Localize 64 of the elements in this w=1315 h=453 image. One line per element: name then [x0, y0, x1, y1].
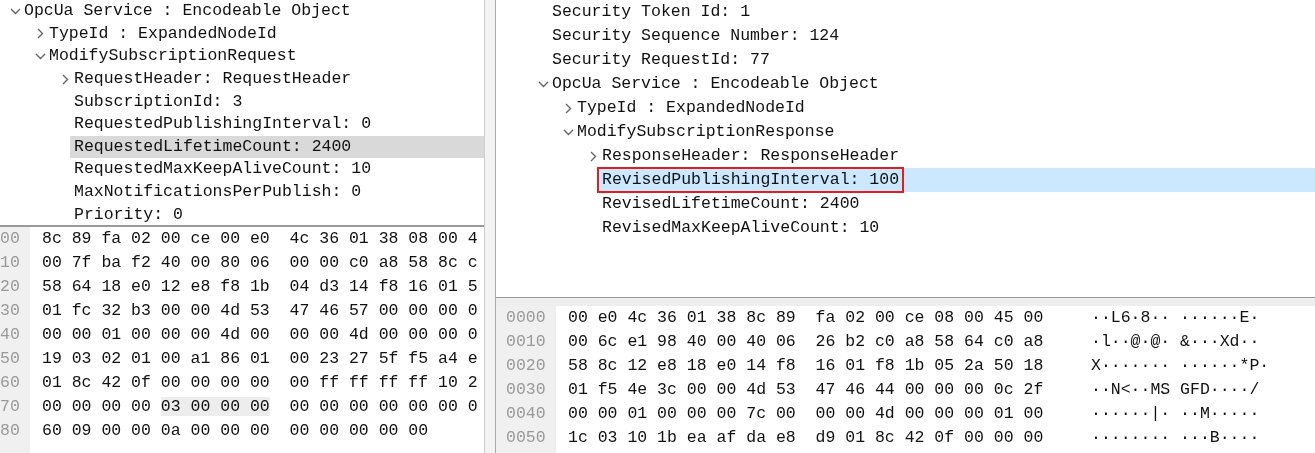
hex-bytes: 00 00 01 00 00 00 4d 00 00 00 4d 00 00 00 0 — [42, 325, 478, 344]
tree-item[interactable]: SubscriptionId: 3 — [71, 90, 246, 113]
hex-offset: 10 — [0, 252, 21, 274]
tree-item[interactable]: RequestedMaxKeepAliveCount: 10 — [71, 158, 375, 181]
hex-bytes: 00 7f ba f2 40 00 80 06 00 00 c0 a8 58 8c c — [42, 253, 478, 272]
tree-item[interactable]: Security Sequence Number: 124 — [549, 25, 843, 47]
tree-item[interactable]: RequestHeader: RequestHeader — [71, 68, 355, 91]
tree-item[interactable]: RequestedLifetimeCount: 2400 — [71, 135, 355, 158]
hex-bytes: 00 6c e1 98 40 00 40 06 26 b2 c0 a8 58 64 c0 a8 — [568, 332, 1044, 351]
hex-offset: 20 — [0, 276, 21, 298]
tree-item[interactable]: Security RequestId: 77 — [549, 49, 773, 71]
tree-item[interactable]: RequestedPublishingInterval: 0 — [71, 113, 375, 136]
ascii-text: ········ ···B···· — [1091, 427, 1261, 449]
expand-icon[interactable] — [61, 73, 69, 85]
ascii-text: X······· ······*P· — [1091, 355, 1270, 377]
collapse-icon[interactable] — [537, 80, 549, 88]
hex-offset: 30 — [0, 300, 21, 322]
tree-item[interactable]: ModifySubscriptionRequest — [46, 45, 300, 68]
tree-item[interactable]: TypeId : ExpandedNodeId — [46, 22, 280, 45]
hex-offset: 60 — [0, 372, 21, 394]
hex-offset: 50 — [0, 348, 21, 370]
hex-bytes: 19 03 02 01 00 a1 86 01 00 23 27 5f f5 a4 e — [42, 349, 478, 368]
hex-offset: 0030 — [506, 379, 547, 401]
ascii-text: ··L6·8·· ······E· — [1091, 307, 1261, 329]
hex-bytes: 00 00 01 00 00 00 7c 00 00 00 4d 00 00 00 01 00 — [568, 404, 1044, 423]
tree-item[interactable]: RevisedPublishingInterval: 100 — [599, 169, 903, 191]
tree-item[interactable]: MaxNotificationsPerPublish: 0 — [71, 181, 365, 204]
hex-offset: 0020 — [506, 355, 547, 377]
hex-bytes: 01 8c 42 0f 00 00 00 00 00 ff ff ff ff 10 2 — [42, 373, 478, 392]
ascii-text: ·l··@·@· &···Xd·· — [1091, 331, 1261, 353]
hex-offset: 80 — [0, 420, 21, 442]
hex-bytes: 60 09 00 00 0a 00 00 00 00 00 00 00 00 — [42, 421, 429, 440]
collapse-icon[interactable] — [9, 7, 21, 15]
expand-icon[interactable] — [564, 102, 572, 114]
hex-bytes: 01 f5 4e 3c 00 00 4d 53 47 46 44 00 00 00 0c 2f — [568, 380, 1044, 399]
hex-bytes: 58 64 18 e0 12 e8 f8 1b 04 d3 14 f8 16 01 5 — [42, 277, 478, 296]
hex-offset: 0010 — [506, 331, 547, 353]
tree-item[interactable]: ResponseHeader: ResponseHeader — [599, 145, 903, 167]
tree-item[interactable]: TypeId : ExpandedNodeId — [574, 97, 808, 119]
hex-offset: 0050 — [506, 427, 547, 449]
tree-item[interactable]: RevisedLifetimeCount: 2400 — [599, 193, 863, 215]
tree-item[interactable]: Security Token Id: 1 — [549, 1, 754, 23]
tree-item[interactable]: RevisedMaxKeepAliveCount: 10 — [599, 217, 883, 239]
hex-offset: 40 — [0, 324, 21, 346]
hex-bytes: 00 e0 4c 36 01 38 8c 89 fa 02 00 ce 08 00 45 00 — [568, 308, 1044, 327]
hex-offset: 00 — [0, 228, 21, 250]
collapse-icon[interactable] — [34, 53, 46, 60]
expand-icon[interactable] — [589, 150, 597, 162]
hex-offset: 0040 — [506, 403, 547, 425]
collapse-icon[interactable] — [562, 128, 574, 136]
hex-bytes: 58 8c 12 e8 18 e0 14 f8 16 01 f8 1b 05 2a 50 18 — [568, 356, 1044, 375]
tree-item[interactable]: OpcUa Service : Encodeable Object — [21, 0, 354, 23]
hex-bytes: 1c 03 10 1b ea af da e8 d9 01 8c 42 0f 00 00 00 — [568, 428, 1044, 447]
hex-bytes: 00 00 00 00 03 00 00 00 00 00 00 00 00 00 0 — [42, 397, 478, 416]
hex-bytes: 01 fc 32 b3 00 00 4d 53 47 46 57 00 00 00 0 — [42, 301, 478, 320]
ascii-text: ··N<··MS GFD····/ — [1091, 379, 1261, 401]
tree-item[interactable]: Priority: 0 — [71, 203, 186, 225]
tree-item[interactable]: ModifySubscriptionResponse — [574, 121, 838, 143]
tree-item[interactable]: OpcUa Service : Encodeable Object — [549, 73, 882, 95]
ascii-text: ······|· ··M····· — [1091, 403, 1261, 425]
hex-offset: 0000 — [506, 307, 547, 329]
hex-offset: 70 — [0, 396, 21, 418]
hex-bytes: 8c 89 fa 02 00 ce 00 e0 4c 36 01 38 08 00 4 — [42, 229, 478, 248]
expand-icon[interactable] — [36, 28, 44, 40]
